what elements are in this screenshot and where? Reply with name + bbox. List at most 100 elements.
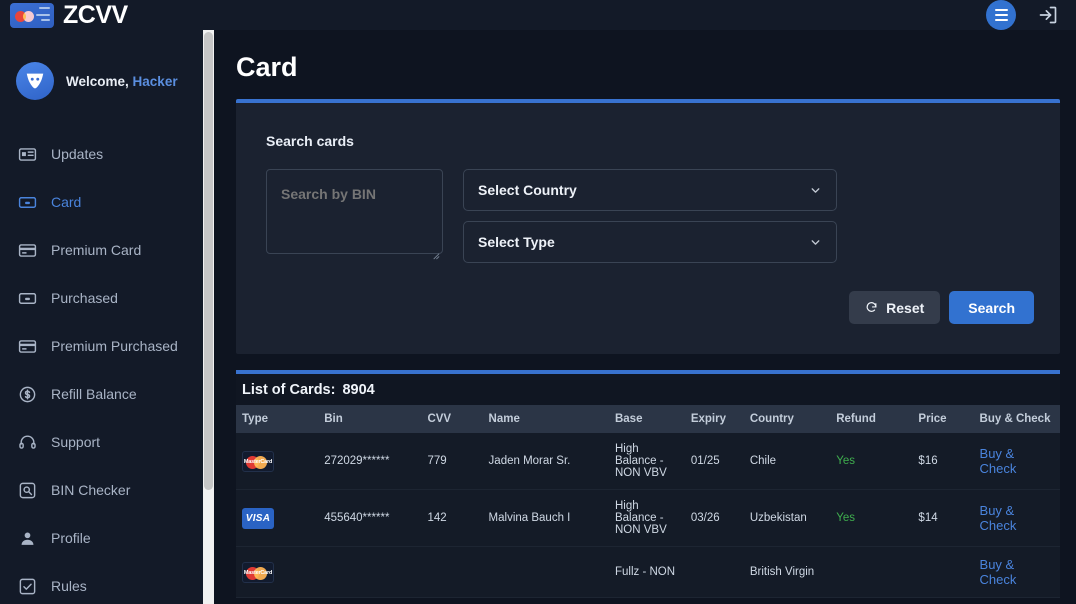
table-col-name: Name [482, 405, 609, 433]
welcome-block: Welcome, Hacker [0, 58, 203, 104]
search-button[interactable]: Search [949, 291, 1034, 324]
table-col-country: Country [743, 405, 831, 433]
logout-icon[interactable] [1038, 5, 1058, 25]
card-icon [18, 193, 37, 212]
search-box-icon [18, 481, 37, 500]
sidebar-item-label: Refill Balance [51, 386, 137, 402]
table-row: MasterCard Fullz - NON British Virgin Buy &… [236, 546, 1060, 598]
buy-and-check-link[interactable]: Buy & Check [980, 446, 1017, 476]
price-cell [912, 546, 974, 598]
sidebar-item-premium-card[interactable]: Premium Card [0, 226, 203, 274]
sidebar-item-rules[interactable]: Rules [0, 562, 203, 604]
expiry-cell: 01/25 [684, 433, 744, 490]
sidebar-scrollbar[interactable] [203, 30, 214, 604]
cvv-cell [421, 546, 483, 598]
top-bar: ZCVV [0, 0, 1076, 30]
buy-check-cell: Buy & Check [973, 433, 1060, 490]
expiry-cell: 03/26 [684, 489, 744, 547]
sidebar-item-profile[interactable]: Profile [0, 514, 203, 562]
sidebar-item-purchased[interactable]: Purchased [0, 274, 203, 322]
reset-button[interactable]: Reset [849, 291, 941, 324]
welcome-text: Welcome, Hacker [66, 74, 178, 89]
refund-cell: Yes [830, 433, 913, 490]
sidebar-item-label: BIN Checker [51, 482, 131, 498]
buy-and-check-link[interactable]: Buy & Check [980, 503, 1017, 533]
list-count: 8904 [342, 382, 375, 398]
buy-check-cell: Buy & Check [973, 546, 1060, 598]
name-cell: Jaden Morar Sr. [482, 433, 609, 490]
search-cards-panel: Search cards Select Country Select Type [236, 99, 1060, 354]
refund-cell: Yes [830, 489, 913, 547]
sidebar-item-refill-balance[interactable]: Refill Balance [0, 370, 203, 418]
table-col-refund: Refund [830, 405, 913, 433]
country-cell: Uzbekistan [743, 489, 831, 547]
cards-table-panel: List of Cards: 8904 Type Bin CVV Name Base Exp… [236, 370, 1060, 598]
sidebar-item-label: Purchased [51, 290, 118, 306]
list-label: List of Cards: [242, 382, 336, 398]
name-cell [482, 546, 609, 598]
scrollbar-thumb[interactable] [204, 32, 213, 490]
mastercard-logo-icon: MasterCard [242, 561, 274, 583]
country-select[interactable]: Select Country [463, 169, 837, 211]
top-bar-actions [986, 0, 1058, 30]
sidebar-item-label: Rules [51, 578, 87, 594]
name-cell: Malvina Bauch I [482, 489, 609, 547]
mastercard-logo-icon: MasterCard [242, 450, 274, 472]
type-select-value: Select Type [478, 234, 555, 250]
cvv-cell: 142 [421, 489, 483, 547]
bin-field-wrap [266, 169, 443, 263]
page-title: Card [236, 52, 298, 82]
cards-table: Type Bin CVV Name Base Expiry Country Refund Pri… [236, 405, 1060, 598]
headset-icon [18, 433, 37, 452]
sidebar-item-label: Premium Card [51, 242, 142, 258]
table-col-base: Base [608, 405, 685, 433]
mask-avatar-icon [16, 62, 54, 100]
card-type-cell: MasterCard [236, 433, 319, 490]
sidebar-item-bin-checker[interactable]: BIN Checker [0, 466, 203, 514]
welcome-prefix: Welcome, [66, 73, 129, 89]
news-icon [18, 145, 37, 164]
type-select[interactable]: Select Type [463, 221, 837, 263]
search-bin-input[interactable] [266, 169, 443, 254]
credit-card-icon [18, 337, 37, 356]
search-form-row: Select Country Select Type [236, 149, 1060, 263]
sidebar-item-label: Updates [51, 146, 104, 162]
table-col-buy-check: Buy & Check [973, 405, 1060, 433]
select-group: Select Country Select Type [463, 169, 837, 263]
table-row: VISA 455640****** 142 Malvina Bauch I High B… [236, 489, 1060, 547]
card-icon [18, 289, 37, 308]
username: Hacker [132, 73, 178, 89]
table-col-price: Price [912, 405, 974, 433]
sidebar-item-label: Premium Purchased [51, 338, 178, 354]
sidebar-item-premium-purchased[interactable]: Premium Purchased [0, 322, 203, 370]
brand[interactable]: ZCVV [10, 1, 128, 30]
sidebar: Welcome, Hacker Updates Card Premium Card P… [0, 30, 203, 604]
table-body: MasterCard 272029****** 779 Jaden Morar Sr.… [236, 433, 1060, 598]
cvv-cell: 779 [421, 433, 483, 490]
reset-label: Reset [886, 299, 925, 316]
user-icon [18, 529, 37, 548]
buy-check-cell: Buy & Check [973, 489, 1060, 547]
refresh-icon [866, 302, 877, 312]
dollar-coin-icon [18, 385, 37, 404]
sidebar-nav: Updates Card Premium Card Purchased Premium … [0, 130, 203, 604]
buy-and-check-link[interactable]: Buy & Check [980, 557, 1017, 587]
sidebar-item-card[interactable]: Card [0, 178, 203, 226]
checkbox-icon [18, 577, 37, 596]
bin-cell: 455640****** [318, 489, 422, 547]
price-cell: $14 [912, 489, 974, 547]
sidebar-item-label: Profile [51, 530, 91, 546]
app-root: ZCVV Welcome, Hacker Updates Card Premiu… [0, 0, 1076, 604]
sidebar-item-updates[interactable]: Updates [0, 130, 203, 178]
search-label: Search [968, 299, 1015, 316]
table-col-type: Type [236, 405, 319, 433]
base-cell: High Balance - NON VBV [608, 489, 685, 547]
country-cell: British Virgin [743, 546, 831, 598]
hamburger-menu-icon[interactable] [986, 0, 1016, 30]
table-header-row: Type Bin CVV Name Base Expiry Country Refund Pri… [236, 405, 1060, 433]
sidebar-item-support[interactable]: Support [0, 418, 203, 466]
sidebar-item-label: Card [51, 194, 82, 210]
search-actions: Reset Search [236, 263, 1060, 354]
country-select-value: Select Country [478, 182, 577, 198]
table-col-expiry: Expiry [684, 405, 744, 433]
